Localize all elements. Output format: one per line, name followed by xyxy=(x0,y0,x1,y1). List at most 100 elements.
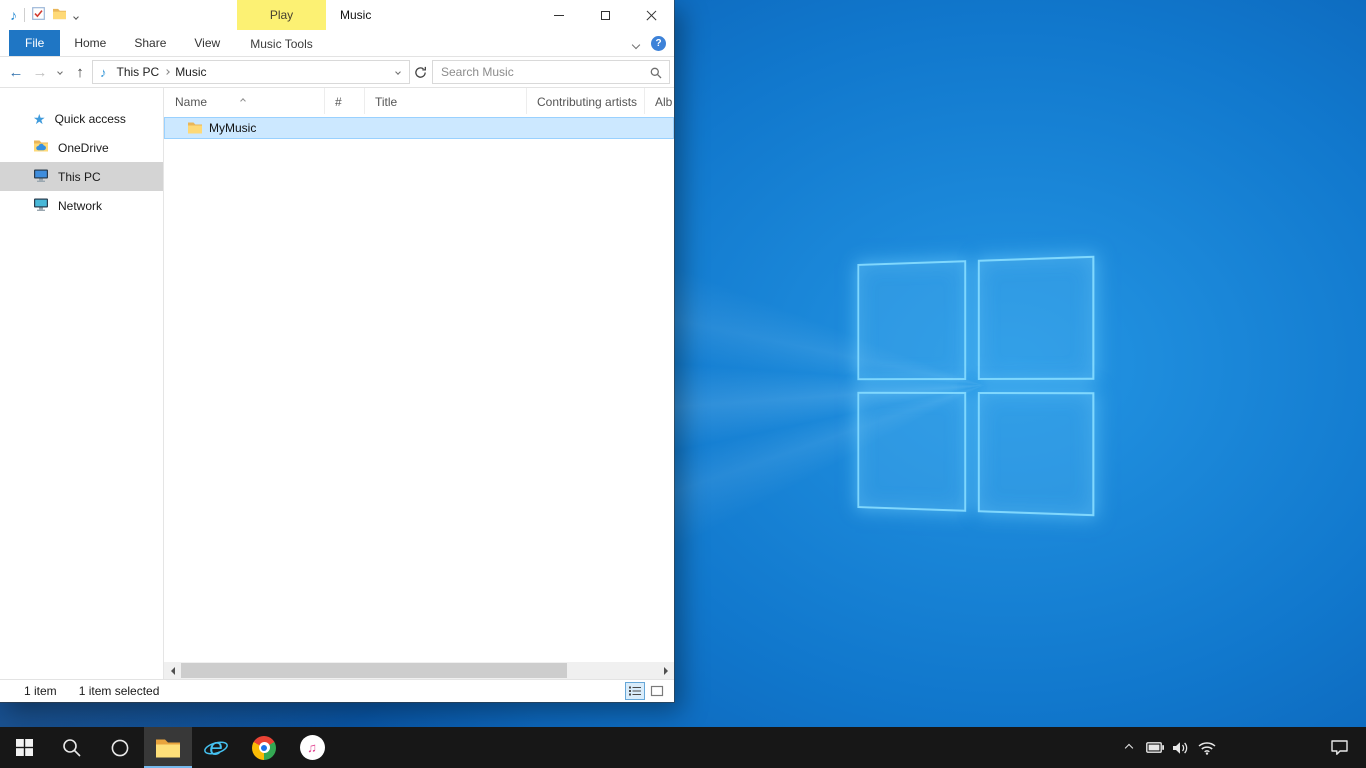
back-button[interactable]: ← xyxy=(4,60,28,84)
nav-item-quick-access[interactable]: ★ Quick access xyxy=(0,104,163,133)
properties-check-icon[interactable] xyxy=(32,7,45,23)
tab-share[interactable]: Share xyxy=(120,30,180,56)
scrollbar-thumb[interactable] xyxy=(181,663,567,678)
qat-customize-chevron-icon[interactable] xyxy=(74,8,78,22)
cortana-icon xyxy=(110,738,130,758)
maximize-button[interactable] xyxy=(582,0,628,30)
search-input[interactable] xyxy=(433,61,669,83)
column-header-album[interactable]: Alb xyxy=(645,88,674,114)
contextual-tab-play[interactable]: Play xyxy=(237,0,326,30)
minimize-button[interactable] xyxy=(536,0,582,30)
forward-button[interactable]: → xyxy=(28,60,52,84)
close-button[interactable] xyxy=(628,0,674,30)
tab-view[interactable]: View xyxy=(180,30,234,56)
up-button[interactable]: ↑ xyxy=(68,60,92,84)
nav-item-label: This PC xyxy=(58,170,101,184)
qat-separator xyxy=(24,8,25,22)
windows-logo-pane xyxy=(857,392,966,512)
column-header-label: Alb xyxy=(655,95,672,109)
details-view-button[interactable] xyxy=(625,682,645,700)
ribbon-collapse-chevron-icon[interactable] xyxy=(633,37,639,51)
quick-access-toolbar: ♪ xyxy=(10,7,78,23)
file-explorer-taskbar-button[interactable] xyxy=(144,727,192,768)
nav-item-label: OneDrive xyxy=(58,141,109,155)
column-header-contributing-artists[interactable]: Contributing artists xyxy=(527,88,645,114)
battery-icon[interactable] xyxy=(1142,727,1168,768)
itunes-icon: ♫ xyxy=(300,735,325,760)
file-list-background[interactable]: MyMusic xyxy=(164,114,674,662)
file-name: MyMusic xyxy=(209,121,256,135)
internet-explorer-icon: e xyxy=(202,734,230,762)
maximize-icon xyxy=(601,11,610,20)
screen: ♪ Play Music File Home Share xyxy=(0,0,1366,768)
wifi-icon[interactable] xyxy=(1194,727,1220,768)
breadcrumb-music[interactable]: Music xyxy=(170,65,211,79)
file-row-mymusic[interactable]: MyMusic xyxy=(164,117,674,139)
breadcrumb-chevron-icon[interactable] xyxy=(165,70,169,74)
titlebar[interactable]: ♪ Play Music xyxy=(0,0,674,30)
recent-locations-chevron-icon[interactable] xyxy=(52,60,68,84)
new-folder-icon[interactable] xyxy=(52,7,67,23)
file-explorer-window: ♪ Play Music File Home Share xyxy=(0,0,674,702)
cortana-button[interactable] xyxy=(96,727,144,768)
column-header-label: Title xyxy=(375,95,397,109)
address-dropdown-chevron-icon[interactable] xyxy=(391,70,405,74)
column-header-number[interactable]: # xyxy=(325,88,365,114)
windows-logo-pane xyxy=(978,392,1095,516)
refresh-button[interactable] xyxy=(410,60,430,84)
quick-access-star-icon: ★ xyxy=(33,112,46,126)
address-bar-row: ← → ↑ ♪ This PC Music xyxy=(0,57,674,88)
search-icon[interactable] xyxy=(650,67,662,82)
breadcrumb-this-pc[interactable]: This PC xyxy=(112,65,165,79)
file-explorer-icon xyxy=(155,737,181,759)
nav-item-onedrive[interactable]: OneDrive xyxy=(0,133,163,162)
status-bar: 1 item 1 item selected xyxy=(0,679,674,702)
network-icon xyxy=(33,197,49,215)
windows-start-icon xyxy=(16,739,33,756)
nav-item-network[interactable]: Network xyxy=(0,191,163,220)
chrome-icon xyxy=(252,736,276,760)
close-icon xyxy=(646,10,657,21)
chrome-button[interactable] xyxy=(240,727,288,768)
computer-icon xyxy=(33,168,49,186)
nav-item-this-pc[interactable]: This PC xyxy=(0,162,163,191)
ribbon-tab-row: File Home Share View Music Tools ? xyxy=(0,30,674,57)
itunes-button[interactable]: ♫ xyxy=(288,727,336,768)
minimize-icon xyxy=(554,15,564,16)
scroll-left-arrow-icon[interactable] xyxy=(164,662,181,679)
folder-icon xyxy=(187,121,203,135)
file-list-area: Name # Title Contributing artists Alb My… xyxy=(164,88,674,679)
window-title: Music xyxy=(340,0,371,30)
tab-file[interactable]: File xyxy=(9,30,60,56)
scrollbar-track[interactable] xyxy=(181,662,657,679)
internet-explorer-button[interactable]: e xyxy=(192,727,240,768)
large-icons-view-button[interactable] xyxy=(647,682,667,700)
search-icon xyxy=(61,737,83,759)
volume-icon[interactable] xyxy=(1168,727,1194,768)
large-icons-view-icon xyxy=(650,685,664,697)
action-center-icon[interactable] xyxy=(1326,727,1352,768)
onedrive-icon xyxy=(33,139,49,156)
column-header-label: Contributing artists xyxy=(537,95,637,109)
column-header-name[interactable]: Name xyxy=(165,88,325,114)
address-bar[interactable]: ♪ This PC Music xyxy=(92,60,410,84)
tab-home[interactable]: Home xyxy=(60,30,120,56)
navigation-pane: ★ Quick access OneDrive This PC xyxy=(0,88,164,679)
nav-item-label: Quick access xyxy=(55,112,126,126)
details-view-icon xyxy=(628,685,642,697)
scroll-right-arrow-icon[interactable] xyxy=(657,662,674,679)
selection-count: 1 item selected xyxy=(79,684,160,698)
column-header-title[interactable]: Title xyxy=(365,88,527,114)
help-icon[interactable]: ? xyxy=(651,36,666,51)
hidden-icons-chevron-icon[interactable] xyxy=(1116,727,1142,768)
location-music-note-icon: ♪ xyxy=(100,65,107,80)
nav-item-label: Network xyxy=(58,199,102,213)
start-button[interactable] xyxy=(0,727,48,768)
taskbar-search-button[interactable] xyxy=(48,727,96,768)
app-music-note-icon: ♪ xyxy=(10,8,17,22)
horizontal-scrollbar[interactable] xyxy=(164,662,674,679)
windows-logo xyxy=(857,256,1094,517)
tab-music-tools[interactable]: Music Tools xyxy=(237,30,326,57)
windows-logo-pane xyxy=(978,256,1095,380)
refresh-icon xyxy=(414,66,427,79)
